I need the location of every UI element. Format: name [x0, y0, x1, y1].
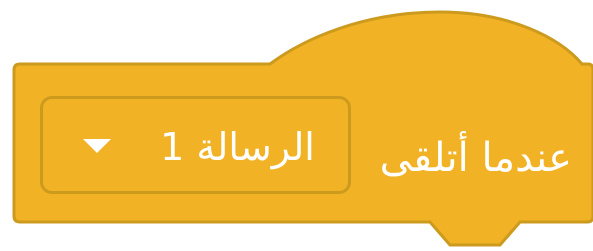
selected-message: الرسالة 1 [160, 125, 315, 169]
block-label: عندما أتلقى [379, 135, 572, 181]
dropdown-triangle-icon[interactable] [83, 139, 111, 153]
message-dropdown[interactable]: الرسالة 1 [40, 96, 351, 194]
